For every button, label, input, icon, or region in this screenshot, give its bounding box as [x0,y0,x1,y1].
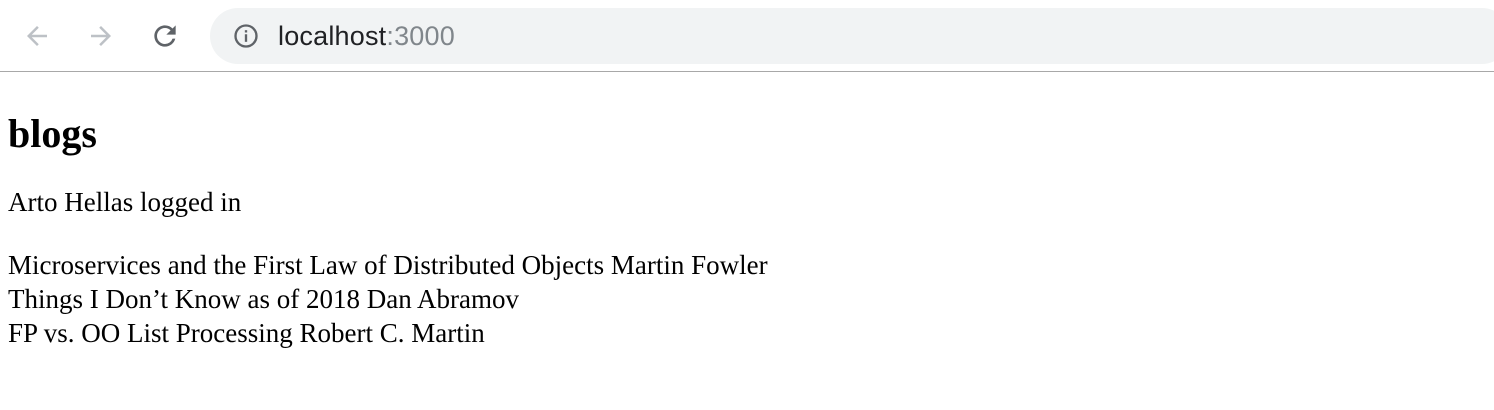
blog-list: Microservices and the First Law of Distr… [8,248,1486,350]
forward-button[interactable] [82,17,120,55]
info-icon[interactable] [232,22,260,50]
arrow-right-icon [91,26,111,46]
reload-button[interactable] [146,17,184,55]
page-title: blogs [8,111,97,156]
login-status: Arto Hellas logged in [8,187,242,217]
browser-toolbar: localhost:3000 [0,0,1494,72]
back-button[interactable] [18,17,56,55]
address-bar[interactable]: localhost:3000 [210,8,1494,64]
reload-icon [154,25,176,47]
arrow-left-icon [27,26,47,46]
url-host: localhost [278,20,387,51]
blog-item: Microservices and the First Law of Distr… [8,250,768,280]
blog-item: FP vs. OO List Processing Robert C. Mart… [8,318,485,348]
url-text[interactable]: localhost:3000 [278,21,455,52]
page-content: blogs Arto Hellas logged in Microservice… [0,111,1494,350]
url-port: :3000 [386,20,455,51]
blog-item: Things I Don’t Know as of 2018 Dan Abram… [8,284,519,314]
